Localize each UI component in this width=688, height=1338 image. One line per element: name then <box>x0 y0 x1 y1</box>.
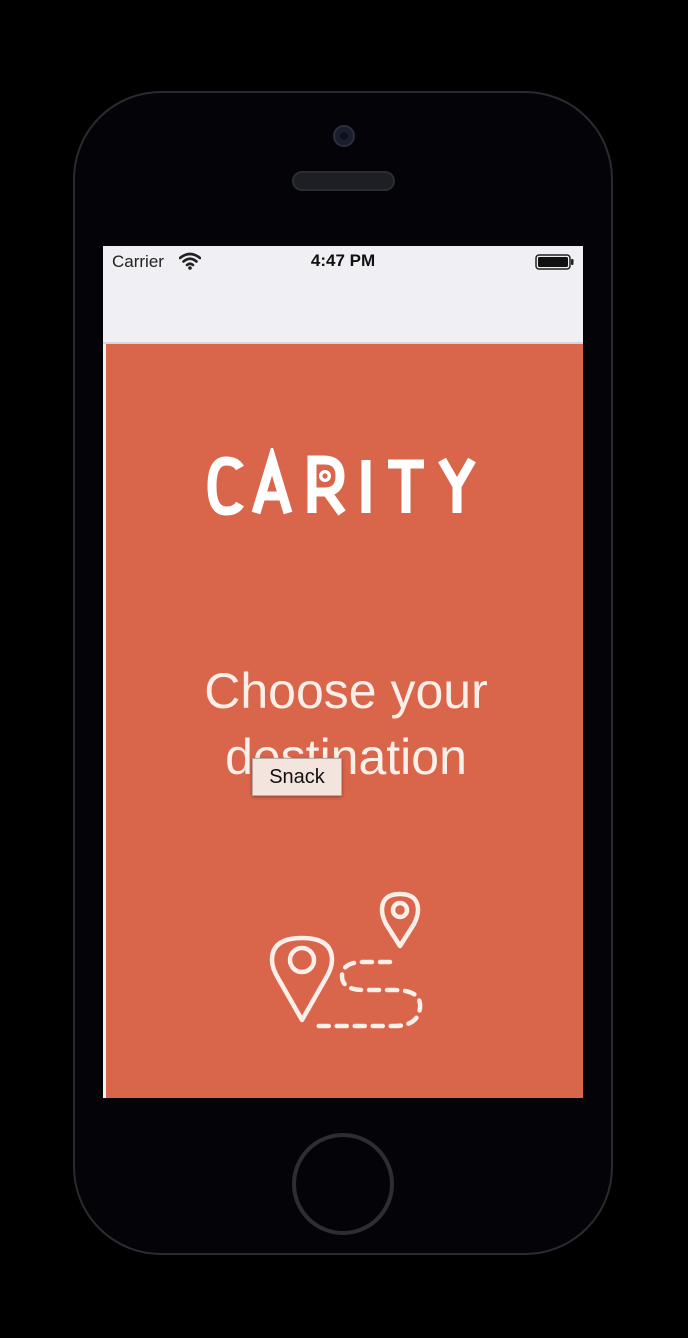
earpiece-speaker <box>292 171 395 191</box>
front-camera <box>333 125 355 147</box>
onboarding-headline: Choose your destination <box>204 663 488 785</box>
carity-logo <box>207 448 476 516</box>
onboarding-slide[interactable]: Choose your destination <box>103 344 583 1098</box>
battery-full-icon <box>535 254 574 270</box>
navigation-bar <box>103 278 583 344</box>
snack-tooltip[interactable]: Snack <box>252 758 342 796</box>
simulator-window: Carrier 4:47 PM Choose your destination … <box>0 0 688 1338</box>
status-time: 4:47 PM <box>310 251 376 270</box>
map-route-pins-icon <box>269 891 423 1029</box>
home-button[interactable] <box>292 1133 394 1235</box>
device-screen: Carrier 4:47 PM Choose your destination <box>103 246 583 1098</box>
status-bar: Carrier 4:47 PM <box>103 246 583 278</box>
